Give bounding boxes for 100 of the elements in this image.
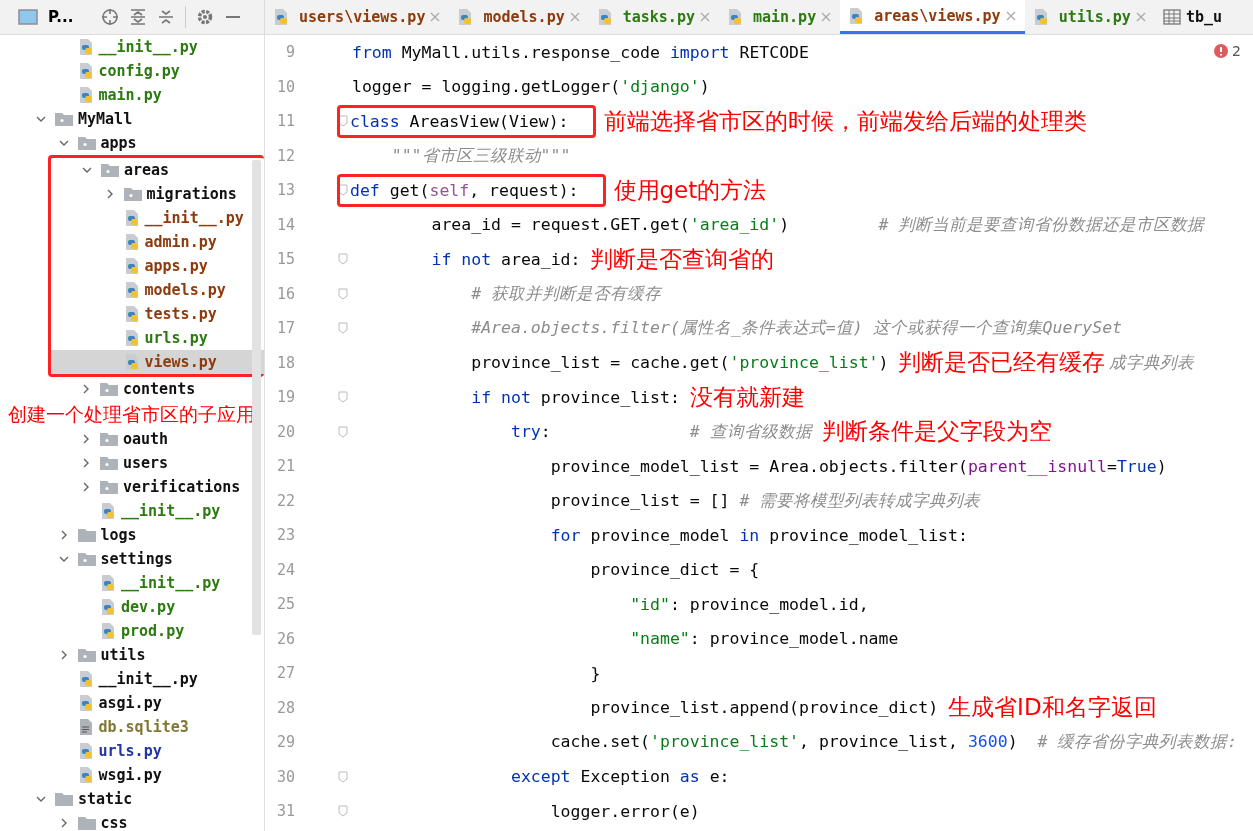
close-icon[interactable] bbox=[1005, 10, 1016, 21]
tree-item[interactable]: __init__.py bbox=[0, 499, 264, 523]
tree-item[interactable]: migrations bbox=[51, 182, 264, 206]
tree-item[interactable]: admin.py bbox=[51, 230, 264, 254]
scrollbar[interactable] bbox=[252, 160, 261, 635]
editor-tab[interactable]: models.py bbox=[449, 0, 589, 34]
editor-tab[interactable]: utils.py bbox=[1024, 0, 1155, 34]
chevron-right-icon[interactable] bbox=[81, 458, 91, 468]
tree-item[interactable]: views.py bbox=[51, 350, 264, 374]
tree-item[interactable]: urls.py bbox=[0, 739, 264, 763]
tree-item[interactable]: apps bbox=[0, 131, 264, 155]
code-line: province_list.append(province_dict) bbox=[589, 698, 940, 718]
collapse-all-icon[interactable] bbox=[157, 8, 176, 26]
editor-tab[interactable]: main.py bbox=[718, 0, 841, 34]
chevron-down-icon[interactable] bbox=[82, 165, 92, 175]
package-folder-icon bbox=[123, 187, 142, 201]
table-icon bbox=[1162, 9, 1181, 25]
tree-item[interactable]: __init__.py bbox=[0, 571, 264, 595]
chevron-right-icon[interactable] bbox=[81, 384, 91, 394]
code-line: province_dict = { bbox=[589, 560, 761, 580]
settings-icon[interactable] bbox=[196, 8, 215, 26]
line-number: 13 bbox=[275, 181, 295, 200]
close-icon[interactable] bbox=[821, 12, 832, 22]
line-number: 11 bbox=[275, 112, 295, 131]
editor-tab[interactable]: tasks.py bbox=[588, 0, 719, 34]
editor-tab[interactable]: users\views.py bbox=[265, 0, 450, 34]
close-icon[interactable] bbox=[569, 12, 580, 22]
fold-marker-icon[interactable] bbox=[338, 184, 348, 197]
tree-item[interactable]: css bbox=[0, 811, 264, 831]
file-name: verifications bbox=[123, 478, 241, 496]
file-name: config.py bbox=[98, 62, 180, 80]
tree-item[interactable]: __init__.py bbox=[0, 35, 264, 59]
close-icon[interactable] bbox=[1135, 12, 1146, 22]
file-name: prod.py bbox=[121, 622, 185, 640]
file-name: dev.py bbox=[121, 598, 176, 616]
tree-item[interactable]: wsgi.py bbox=[0, 763, 264, 787]
tree-item[interactable]: contents bbox=[0, 377, 264, 401]
chevron-right-icon[interactable] bbox=[81, 434, 91, 444]
tree-item[interactable]: oauth bbox=[0, 427, 264, 451]
folder-icon bbox=[77, 816, 96, 830]
close-icon[interactable] bbox=[699, 12, 710, 22]
code-line: logger.error(e) bbox=[549, 801, 701, 821]
tree-item[interactable]: __init__.py bbox=[51, 206, 264, 230]
expand-all-icon[interactable] bbox=[129, 8, 148, 26]
fold-marker-icon[interactable] bbox=[338, 425, 348, 438]
editor-tab[interactable]: areas\views.py bbox=[840, 0, 1025, 34]
code-line: cache.set('province_list', province_list, 3600) # 缓存省份字典列表数据: bbox=[549, 731, 1239, 754]
editor-tab[interactable]: tb_u bbox=[1154, 0, 1222, 34]
line-number: 25 bbox=[275, 595, 295, 614]
tree-item[interactable]: dev.py bbox=[0, 595, 264, 619]
fold-marker-icon[interactable] bbox=[338, 805, 348, 818]
chevron-down-icon[interactable] bbox=[36, 114, 46, 124]
tree-item[interactable]: prod.py bbox=[0, 619, 264, 643]
python-file-icon bbox=[123, 329, 140, 347]
error-indicator[interactable]: 2 bbox=[1214, 43, 1241, 59]
close-icon[interactable] bbox=[430, 12, 441, 22]
line-number: 19 bbox=[275, 388, 295, 407]
tree-item[interactable]: models.py bbox=[51, 278, 264, 302]
tree-item[interactable]: utils bbox=[0, 643, 264, 667]
tree-item[interactable]: static bbox=[0, 787, 264, 811]
tree-item[interactable]: verifications bbox=[0, 475, 264, 499]
tree-item[interactable]: areas bbox=[51, 158, 264, 182]
tree-item[interactable]: settings bbox=[0, 547, 264, 571]
file-name: models.py bbox=[144, 281, 226, 299]
package-folder-icon bbox=[100, 382, 118, 396]
crosshair-icon[interactable] bbox=[101, 8, 120, 26]
fold-marker-icon[interactable] bbox=[338, 253, 348, 266]
code-line: for province_model in province_model_list: bbox=[549, 525, 969, 545]
tree-item[interactable]: logs bbox=[0, 523, 264, 547]
python-file-icon bbox=[123, 305, 140, 323]
tree-item[interactable]: users bbox=[0, 451, 264, 475]
fold-marker-icon[interactable] bbox=[338, 115, 348, 128]
chevron-down-icon[interactable] bbox=[58, 138, 69, 148]
line-number: 31 bbox=[275, 802, 295, 821]
fold-marker-icon[interactable] bbox=[338, 322, 348, 335]
tree-item[interactable]: db.sqlite3 bbox=[0, 715, 264, 739]
code-line: if not province_list: bbox=[470, 387, 681, 407]
chevron-right-icon[interactable] bbox=[81, 482, 91, 492]
python-file-icon bbox=[100, 598, 116, 616]
chevron-down-icon[interactable] bbox=[36, 794, 46, 804]
tree-item[interactable]: urls.py bbox=[51, 326, 264, 350]
panel-title[interactable]: P... bbox=[48, 8, 74, 26]
line-number: 23 bbox=[275, 526, 295, 545]
line-number: 24 bbox=[275, 560, 295, 579]
tree-item[interactable]: apps.py bbox=[51, 254, 264, 278]
tree-item[interactable]: tests.py bbox=[51, 302, 264, 326]
code-line: "id": province_model.id, bbox=[629, 594, 870, 614]
tree-item[interactable]: config.py bbox=[0, 59, 264, 83]
fold-marker-icon[interactable] bbox=[338, 770, 348, 783]
fold-marker-icon[interactable] bbox=[338, 391, 348, 404]
fold-marker-icon[interactable] bbox=[338, 287, 348, 300]
tree-item[interactable]: main.py bbox=[0, 83, 264, 107]
code-line: province_model_list = Area.objects.filter(parent__isnull=True) bbox=[549, 456, 1168, 476]
annotation-text: 使用get的方法 bbox=[613, 175, 767, 205]
package-folder-icon bbox=[55, 112, 73, 126]
chevron-down-icon[interactable] bbox=[58, 554, 69, 564]
tree-item[interactable]: __init__.py bbox=[0, 667, 264, 691]
tree-item[interactable]: MyMall bbox=[0, 107, 264, 131]
tree-item[interactable]: asgi.py bbox=[0, 691, 264, 715]
line-number: 28 bbox=[275, 698, 295, 717]
